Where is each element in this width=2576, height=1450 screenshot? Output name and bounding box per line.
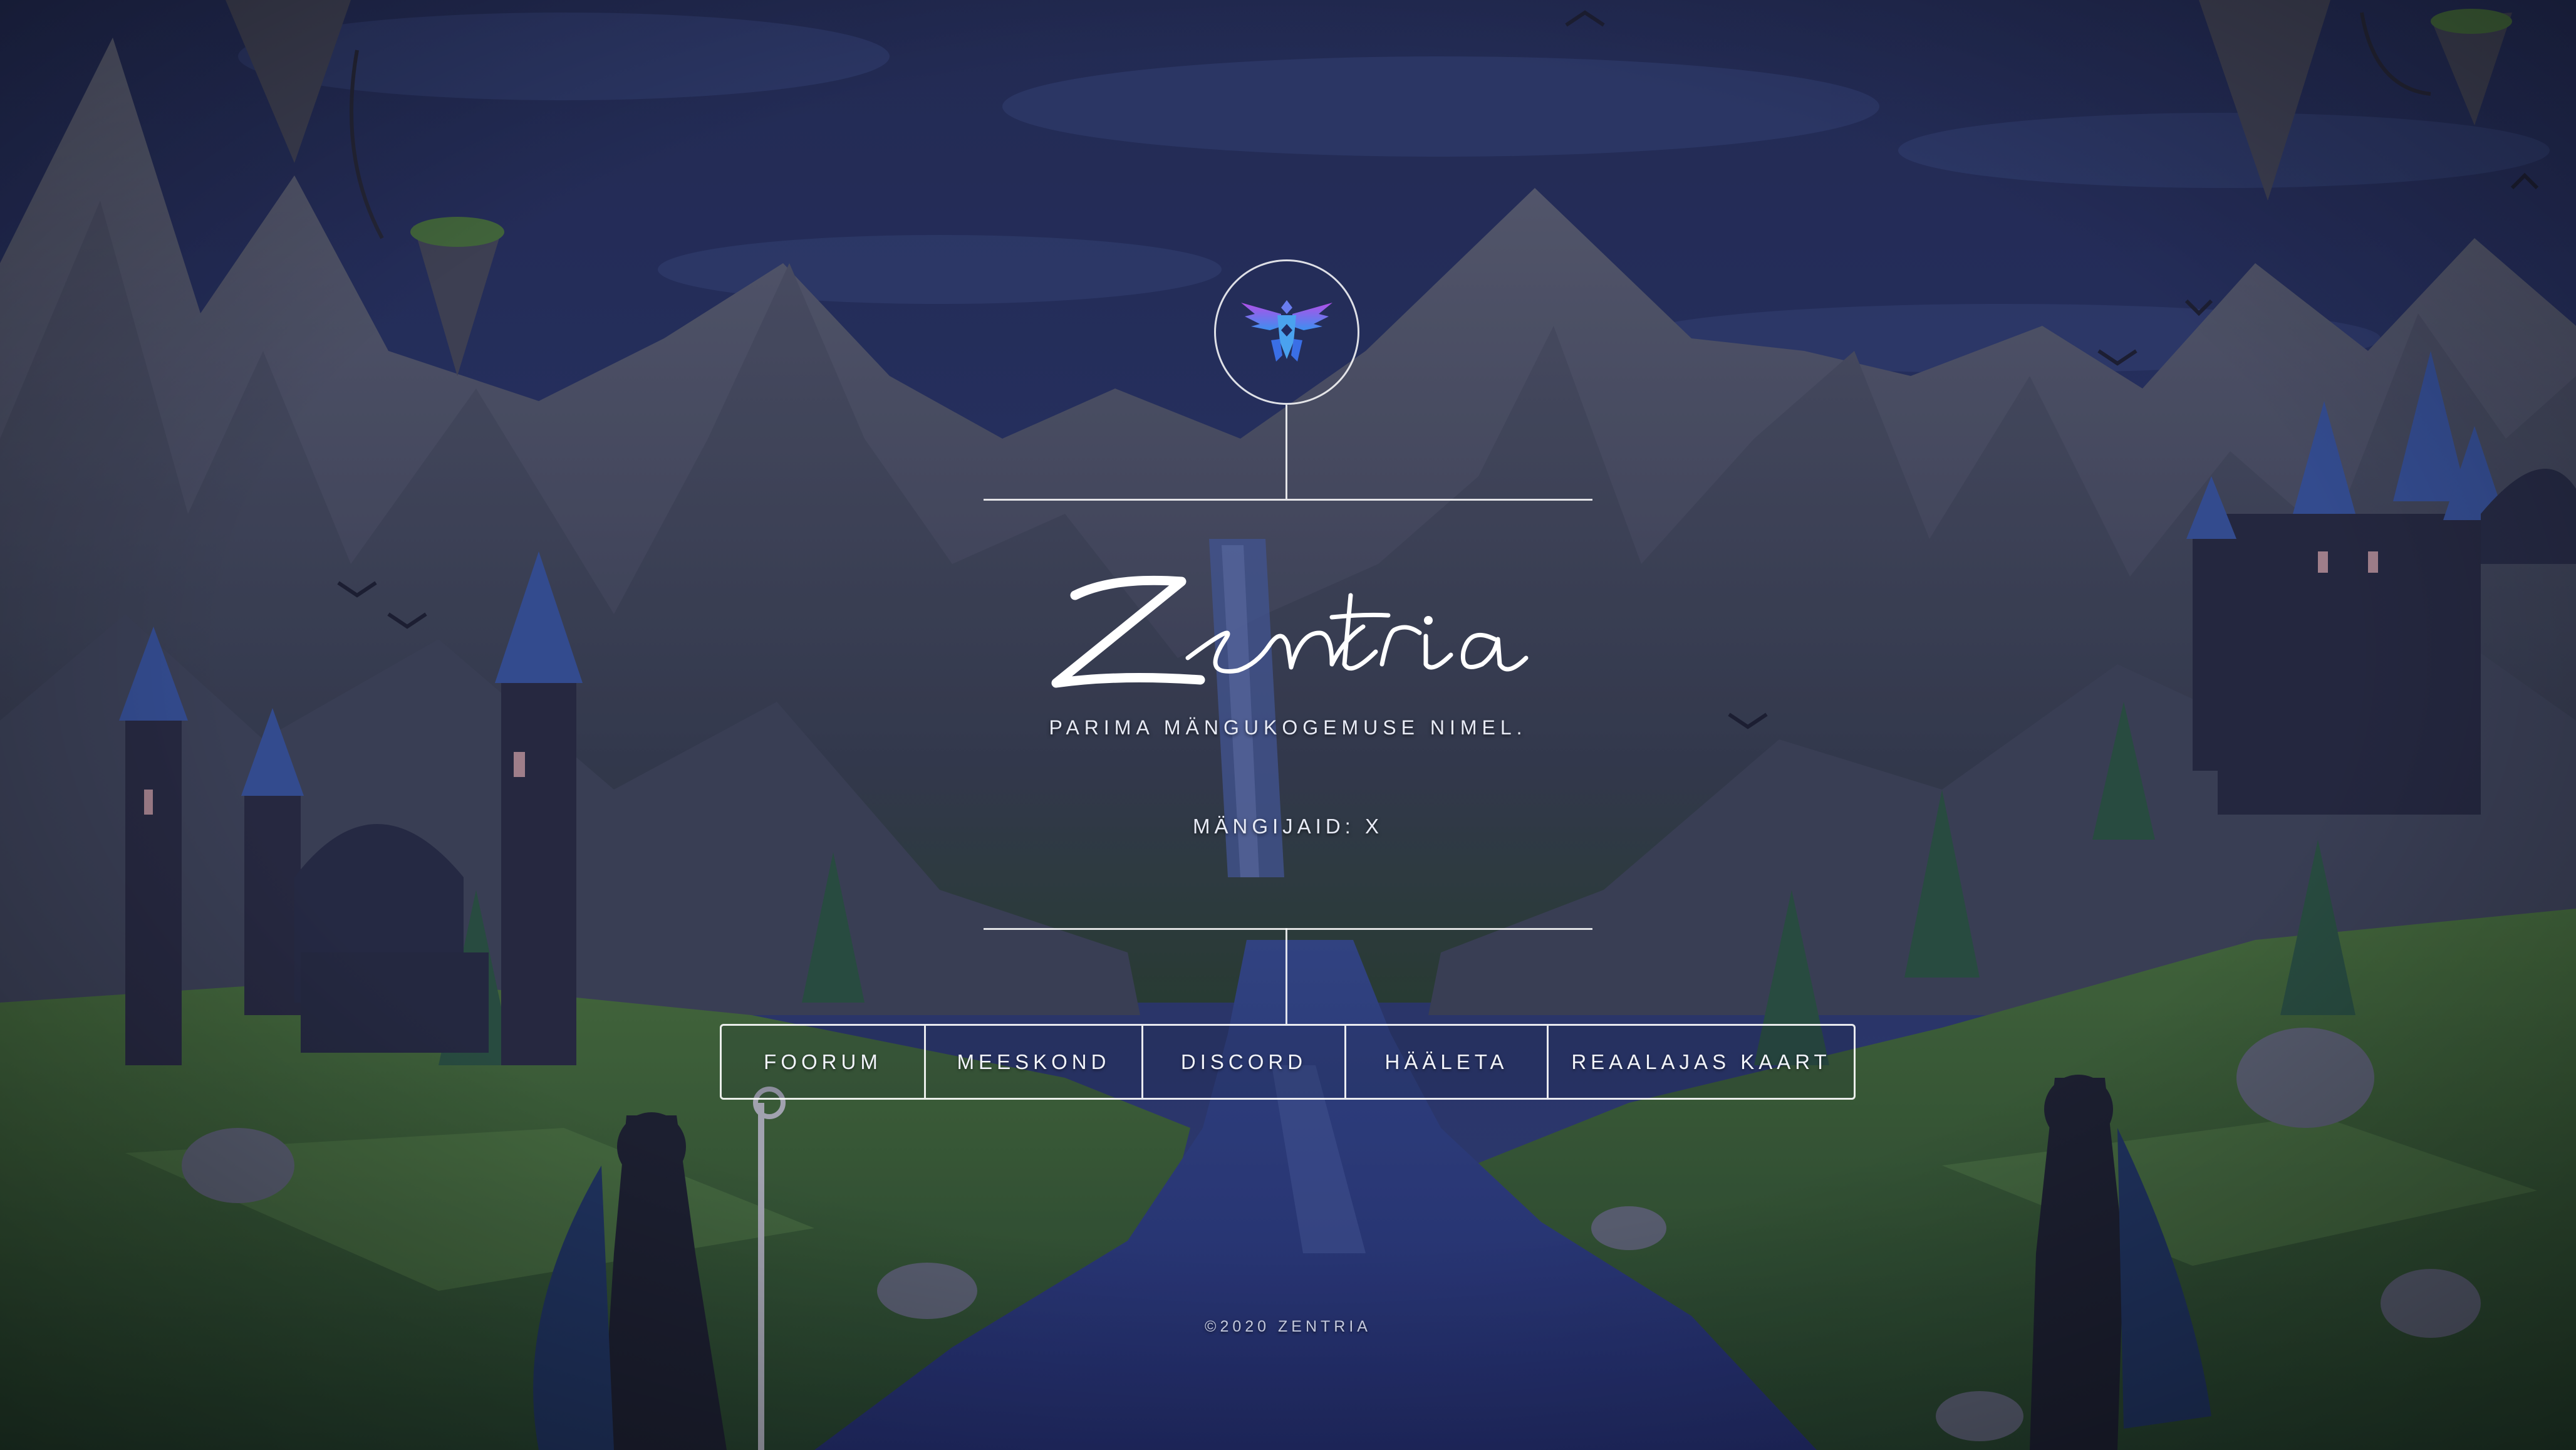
copyright-footer: ©2020 ZENTRIA	[1205, 1318, 1371, 1335]
brand-wordmark	[1051, 575, 1529, 688]
tagline: PARIMA MÄNGUKOGEMUSE NIMEL.	[1049, 716, 1527, 739]
player-count: MÄNGIJAID: X	[1192, 815, 1384, 838]
nav-vote-button[interactable]: HÄÄLETA	[1344, 1026, 1547, 1098]
nav-team-button[interactable]: MEESKOND	[924, 1026, 1141, 1098]
phoenix-emblem-icon	[1241, 300, 1332, 362]
nav-live-map-button[interactable]: REAALAJAS KAART	[1547, 1026, 1854, 1098]
nav-forum-button[interactable]: FOORUM	[722, 1026, 924, 1098]
logo-connector-line	[1285, 405, 1287, 499]
nav-connector-line	[1285, 928, 1287, 1024]
nav-discord-button[interactable]: DISCORD	[1141, 1026, 1344, 1098]
header-divider	[984, 499, 1592, 501]
logo-emblem	[1214, 259, 1359, 405]
nav-divider	[984, 928, 1592, 930]
main-nav: FOORUM MEESKOND DISCORD HÄÄLETA REAALAJA…	[720, 1024, 1856, 1100]
